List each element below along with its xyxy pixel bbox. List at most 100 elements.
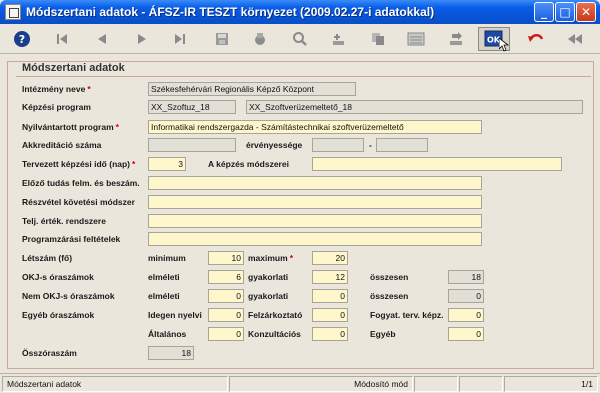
okj-label: OKJ-s óraszámok bbox=[22, 272, 94, 282]
window-title: Módszertani adatok - ÁFSZ-IR TESZT körny… bbox=[26, 5, 435, 19]
ervenyesseg-to-field[interactable] bbox=[376, 138, 428, 152]
nyilv-program-label: Nyilvántartott program * bbox=[22, 122, 119, 132]
print-icon bbox=[255, 33, 265, 45]
okj-elmeleti-label: elméleti bbox=[148, 272, 180, 282]
previous-record-icon bbox=[98, 34, 106, 44]
ervenyesseg-from-field[interactable] bbox=[312, 138, 364, 152]
new-record-button[interactable] bbox=[322, 27, 354, 51]
import-button[interactable] bbox=[440, 27, 472, 51]
telj-ertek-field[interactable] bbox=[148, 214, 482, 228]
akkreditacio-field[interactable] bbox=[148, 138, 236, 152]
intezmeny-label: Intézmény neve * bbox=[22, 84, 91, 94]
previous-record-button[interactable] bbox=[86, 27, 118, 51]
osszoraszam-field[interactable]: 18 bbox=[148, 346, 194, 360]
altalanos-field[interactable]: 0 bbox=[208, 327, 244, 341]
fogyat-field[interactable]: 0 bbox=[448, 308, 484, 322]
kepzesi-program-label: Képzési program bbox=[22, 102, 91, 112]
okj-osszesen-field[interactable]: 18 bbox=[448, 270, 484, 284]
letszam-max-label: maximum * bbox=[248, 253, 293, 263]
kepzesi-ido-field[interactable]: 3 bbox=[148, 157, 186, 171]
reszvetel-field[interactable] bbox=[148, 195, 482, 209]
close-icon: ✕ bbox=[580, 5, 592, 19]
letszam-label: Létszám (fő) bbox=[22, 253, 73, 263]
nem-okj-elmeleti-label: elméleti bbox=[148, 291, 180, 301]
elozo-tudas-label: Előző tudás felm. és beszám. bbox=[22, 178, 140, 188]
konzultacios-label: Konzultációs bbox=[248, 329, 301, 339]
maximize-icon: □ bbox=[559, 5, 571, 19]
egyeb-oraszamok-label: Egyéb óraszámok bbox=[22, 310, 95, 320]
new-record-icon bbox=[333, 34, 344, 45]
nem-okj-gyakorlati-field[interactable]: 0 bbox=[312, 289, 348, 303]
status-page: 1/1 bbox=[504, 376, 598, 392]
maximize-button[interactable]: □ bbox=[555, 2, 575, 22]
okj-gyakorlati-label: gyakorlati bbox=[248, 272, 289, 282]
nem-okj-elmeleti-field[interactable]: 0 bbox=[208, 289, 244, 303]
exit-button[interactable] bbox=[560, 27, 592, 51]
nem-okj-osszesen-field[interactable]: 0 bbox=[448, 289, 484, 303]
next-record-button[interactable] bbox=[126, 27, 158, 51]
idegen-nyelvi-field[interactable]: 0 bbox=[208, 308, 244, 322]
list-icon bbox=[407, 32, 425, 46]
telj-ertek-label: Telj. érték. rendszere bbox=[22, 216, 106, 226]
copy-button[interactable] bbox=[362, 27, 394, 51]
okj-elmeleti-field[interactable]: 6 bbox=[208, 270, 244, 284]
close-button[interactable]: ✕ bbox=[576, 2, 596, 22]
elozo-tudas-field[interactable] bbox=[148, 176, 482, 190]
akkreditacio-label: Akkreditáció száma bbox=[22, 140, 102, 150]
minimize-icon: _ bbox=[541, 5, 547, 19]
altalanos-label: Általános bbox=[148, 329, 187, 339]
nyilv-program-field[interactable]: Informatikai rendszergazda - Számítástec… bbox=[148, 120, 482, 134]
programzaras-field[interactable] bbox=[148, 232, 482, 246]
okj-gyakorlati-field[interactable]: 12 bbox=[312, 270, 348, 284]
felzarkoztato-label: Felzárkoztató bbox=[248, 310, 303, 320]
idegen-nyelvi-label: Idegen nyelvi bbox=[148, 310, 202, 320]
save-button[interactable] bbox=[206, 27, 238, 51]
title-bar[interactable]: Módszertani adatok - ÁFSZ-IR TESZT körny… bbox=[0, 0, 600, 24]
application-window: Módszertani adatok - ÁFSZ-IR TESZT körny… bbox=[0, 0, 600, 393]
help-button[interactable]: ? bbox=[6, 27, 38, 51]
status-form-name: Módszertani adatok bbox=[2, 376, 228, 392]
ervenyesseg-label: érvényessége bbox=[246, 140, 303, 150]
copy-icon bbox=[372, 33, 384, 45]
egyeb-label: Egyéb bbox=[370, 329, 396, 339]
minimize-button[interactable]: _ bbox=[534, 2, 554, 22]
kepzesi-program-code-field[interactable]: XX_Szoftuz_18 bbox=[148, 100, 236, 114]
undo-icon bbox=[528, 34, 544, 42]
save-icon bbox=[216, 33, 228, 45]
print-button[interactable] bbox=[244, 27, 276, 51]
reszvetel-label: Részvétel követési módszer bbox=[22, 197, 135, 207]
help-icon: ? bbox=[14, 31, 30, 47]
search-button[interactable] bbox=[284, 27, 316, 51]
search-icon bbox=[293, 32, 307, 46]
undo-button[interactable] bbox=[520, 27, 552, 51]
panel-title: Módszertani adatok bbox=[20, 62, 127, 74]
first-record-icon bbox=[57, 34, 67, 44]
kepzesi-program-name-field[interactable]: XX_Szoftverüzemeltető_18 bbox=[246, 100, 583, 114]
panel-divider bbox=[16, 76, 591, 77]
modszerei-field[interactable] bbox=[312, 157, 562, 171]
programzaras-label: Programzárási feltételek bbox=[22, 234, 121, 244]
status-empty-2 bbox=[459, 376, 503, 392]
egyeb-field[interactable]: 0 bbox=[448, 327, 484, 341]
svg-text:?: ? bbox=[19, 33, 25, 46]
import-icon bbox=[450, 32, 462, 45]
nem-okj-osszesen-label: összesen bbox=[370, 291, 409, 301]
application-icon bbox=[5, 4, 21, 20]
ok-button[interactable]: OK bbox=[478, 27, 510, 52]
list-button[interactable] bbox=[400, 27, 432, 51]
letszam-max-field[interactable]: 20 bbox=[312, 251, 348, 265]
nem-okj-label: Nem OKJ-s óraszámok bbox=[22, 291, 115, 301]
last-record-button[interactable] bbox=[164, 27, 196, 51]
form-area: Módszertani adatok Intézmény neve * Széke… bbox=[0, 55, 600, 373]
mouse-cursor-icon bbox=[499, 38, 509, 52]
felzarkoztato-field[interactable]: 0 bbox=[312, 308, 348, 322]
status-bar: Módszertani adatok Módosító mód 1/1 bbox=[0, 373, 600, 393]
okj-osszesen-label: összesen bbox=[370, 272, 409, 282]
konzultacios-field[interactable]: 0 bbox=[312, 327, 348, 341]
intezmeny-field[interactable]: Székesfehérvári Regionális Képző Központ bbox=[148, 82, 356, 96]
letszam-min-field[interactable]: 10 bbox=[208, 251, 244, 265]
toolbar: ? OK bbox=[0, 24, 600, 54]
first-record-button[interactable] bbox=[46, 27, 78, 51]
modszerei-label: A képzés módszerei bbox=[208, 159, 289, 169]
osszoraszam-label: Összóraszám bbox=[22, 348, 77, 358]
